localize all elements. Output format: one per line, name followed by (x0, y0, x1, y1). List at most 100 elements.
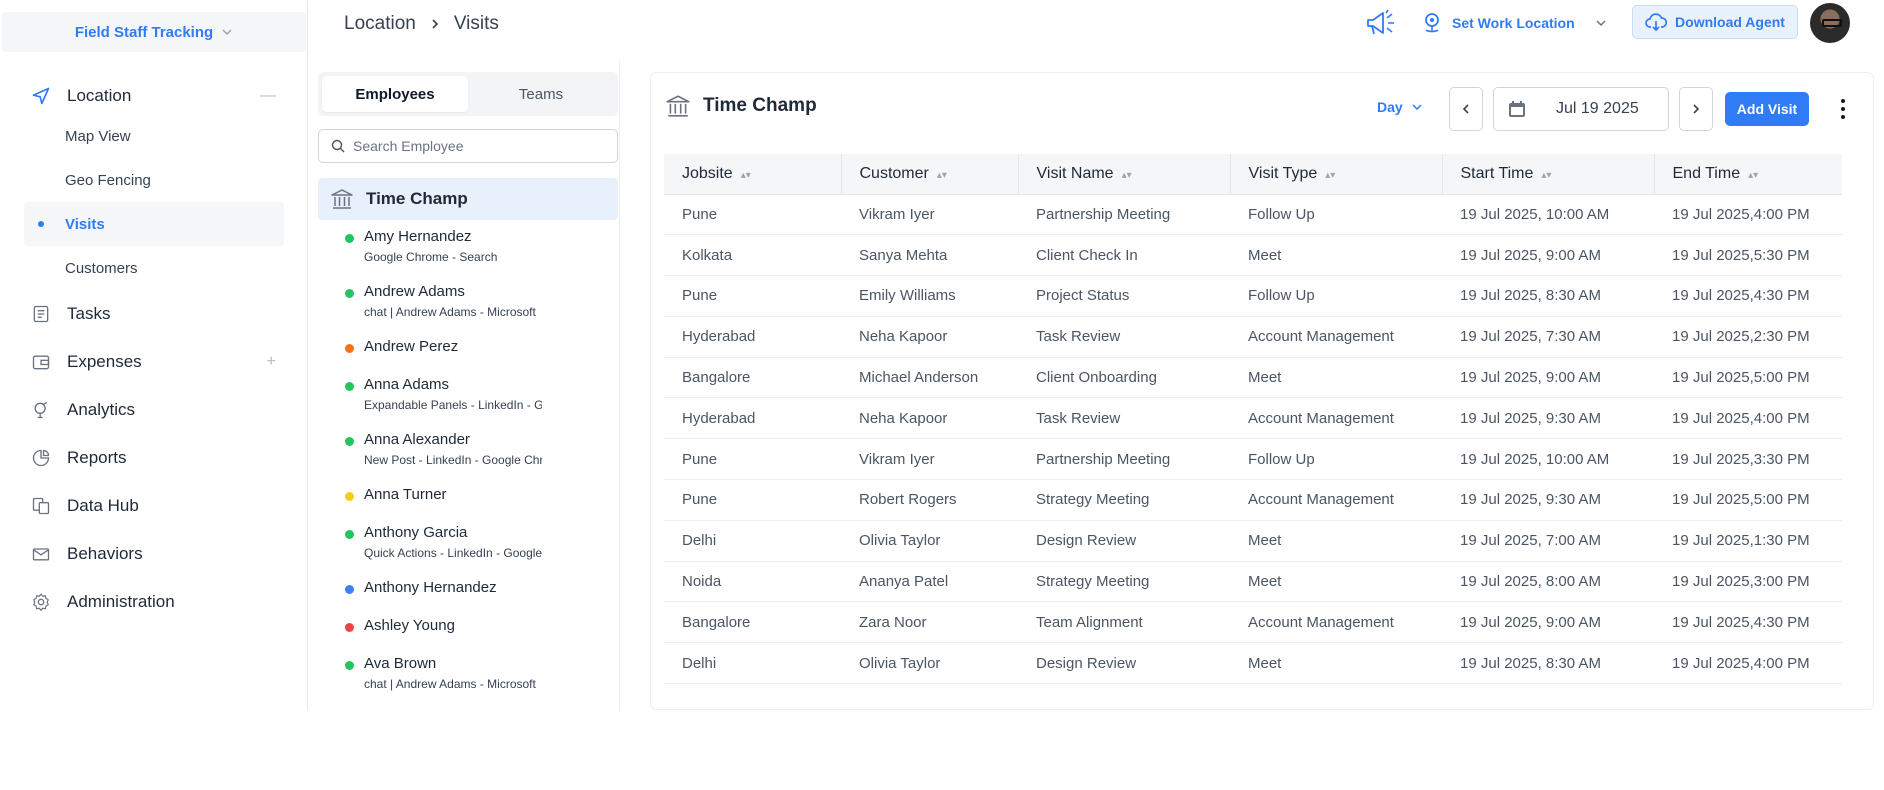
tasks-icon (30, 303, 52, 325)
table-cell: Account Management (1230, 316, 1442, 358)
previous-date-button[interactable] (1449, 87, 1483, 131)
table-row[interactable]: Delhi Olivia Taylor Design Review Meet 19 Ju… (664, 642, 1842, 685)
table-row[interactable]: Pune Vikram Iyer Partnership Meeting Follow… (664, 438, 1842, 481)
sidebar-subitem-visits[interactable]: Visits (24, 202, 284, 246)
team-row-time-champ[interactable]: Time Champ (318, 178, 618, 220)
column-header[interactable]: Visit Type ▴▾ (1230, 154, 1443, 195)
tab-employees[interactable]: Employees (322, 76, 468, 112)
table-row[interactable]: Bangalore Zara Noor Team Alignment Account … (664, 601, 1842, 644)
employee-list-item[interactable]: Anna Turner (318, 486, 447, 504)
gear-icon (30, 591, 52, 613)
next-date-button[interactable] (1679, 87, 1713, 131)
employee-list-item[interactable]: Anna Adams Expandable Panels - LinkedIn -… (318, 376, 542, 413)
table-cell: Partnership Meeting (1018, 194, 1230, 236)
table-cell: Follow Up (1230, 438, 1442, 481)
status-dot-icon (345, 623, 354, 632)
table-cell: Account Management (1230, 601, 1442, 644)
set-work-location-button[interactable]: Set Work Location (1422, 10, 1607, 36)
collapse-icon[interactable]: — (260, 87, 276, 105)
table-row[interactable]: Hyderabad Neha Kapoor Task Review Account M… (664, 397, 1842, 440)
location-pin-icon (1425, 13, 1439, 33)
sidebar-item-analytics[interactable]: Analytics (24, 386, 284, 434)
table-row[interactable]: Hyderabad Neha Kapoor Task Review Account M… (664, 316, 1842, 358)
sidebar-subitem-geo-fencing[interactable]: Geo Fencing (24, 158, 284, 202)
table-row[interactable]: Noida Ananya Patel Strategy Meeting Meet 19 … (664, 561, 1842, 603)
more-options-icon[interactable] (1835, 97, 1851, 121)
table-cell: 19 Jul 2025,5:00 PM (1654, 357, 1842, 399)
breadcrumb-item-location[interactable]: Location (344, 13, 416, 35)
table-cell: 19 Jul 2025, 10:00 AM (1442, 438, 1654, 481)
search-employee-input[interactable] (353, 138, 603, 154)
employee-list-item[interactable]: Andrew Adams chat | Andrew Adams - Micros… (318, 283, 542, 320)
tab-teams[interactable]: Teams (468, 76, 614, 112)
period-select[interactable]: Day (1377, 99, 1423, 115)
sort-icon[interactable]: ▴▾ (1748, 170, 1758, 181)
table-cell: Vikram Iyer (841, 438, 1018, 481)
sidebar-subitem-customers[interactable]: Customers (24, 246, 284, 290)
employee-list-item[interactable]: Anna Alexander New Post - LinkedIn - Goog… (318, 431, 542, 468)
employee-name: Anna Alexander (364, 431, 470, 448)
table-row[interactable]: Pune Emily Williams Project Status Follow U… (664, 275, 1842, 317)
table-row[interactable]: Pune Vikram Iyer Partnership Meeting Follow… (664, 194, 1842, 236)
column-header-label: Visit Type (1248, 164, 1318, 182)
table-cell: 19 Jul 2025,4:00 PM (1654, 194, 1842, 236)
table-row[interactable]: Pune Robert Rogers Strategy Meeting Account… (664, 479, 1842, 521)
chevron-right-icon (432, 19, 438, 29)
sidebar-item-behaviors[interactable]: Behaviors (24, 530, 284, 578)
sidebar-item-tasks[interactable]: Tasks (24, 290, 284, 338)
employee-list-item[interactable]: Anthony Hernandez (318, 579, 497, 597)
sort-icon[interactable]: ▴▾ (937, 170, 947, 181)
date-picker[interactable]: Jul 19 2025 (1493, 87, 1669, 131)
employee-list-item[interactable]: Ava Brown chat | Andrew Adams - Microsoft (318, 655, 542, 692)
employee-name: Amy Hernandez (364, 228, 472, 245)
table-cell: Strategy Meeting (1018, 561, 1230, 603)
sidebar-item-administration[interactable]: Administration (24, 578, 284, 626)
sort-icon[interactable]: ▴▾ (1325, 170, 1335, 181)
employee-activity: Quick Actions - LinkedIn - Google (364, 546, 542, 560)
sidebar-item-label: Analytics (67, 400, 136, 419)
column-header[interactable]: Visit Name ▴▾ (1018, 154, 1231, 195)
table-cell: Sanya Mehta (841, 234, 1018, 277)
employee-list-item[interactable]: Amy Hernandez Google Chrome - Search (318, 228, 542, 265)
column-header-label: End Time (1672, 164, 1741, 182)
user-avatar[interactable] (1810, 3, 1850, 43)
column-header[interactable]: Jobsite ▴▾ (664, 154, 842, 195)
employee-list-item[interactable]: Andrew Perez (318, 338, 458, 356)
table-row[interactable]: Bangalore Michael Anderson Client Onboardi… (664, 357, 1842, 399)
employee-name: Andrew Adams (364, 283, 465, 300)
employee-list-item[interactable]: Anthony Garcia Quick Actions - LinkedIn -… (318, 524, 542, 561)
announcement-megaphone-icon[interactable] (1364, 8, 1398, 38)
column-header[interactable]: End Time ▴▾ (1654, 154, 1842, 195)
table-cell: Hyderabad (664, 397, 841, 440)
column-header-label: Customer (859, 164, 929, 182)
sort-icon[interactable]: ▴▾ (1122, 170, 1132, 181)
sidebar-item-expenses[interactable]: Expenses + (24, 338, 284, 386)
navigation-arrow-icon (30, 85, 52, 107)
add-visit-button[interactable]: Add Visit (1725, 92, 1809, 126)
sidebar-item-reports[interactable]: Reports (24, 434, 284, 482)
sort-icon[interactable]: ▴▾ (741, 170, 751, 181)
breadcrumb-item-visits: Visits (453, 13, 499, 34)
table-header-row: Jobsite ▴▾ Customer ▴▾ Visit Name ▴▾ Visit Typ… (664, 154, 1842, 195)
cloud-download-icon (1645, 13, 1668, 31)
employee-list-item[interactable]: Ashley Young (318, 617, 455, 635)
column-header[interactable]: Start Time ▴▾ (1442, 154, 1655, 195)
status-dot-icon (345, 661, 354, 670)
workspace-switcher[interactable]: Field Staff Tracking (2, 12, 306, 52)
table-cell: 19 Jul 2025,4:30 PM (1654, 601, 1842, 644)
download-agent-button[interactable]: Download Agent (1632, 5, 1798, 39)
sidebar-item-data-hub[interactable]: Data Hub (24, 482, 284, 530)
table-cell: Robert Rogers (841, 479, 1018, 521)
table-row[interactable]: Kolkata Sanya Mehta Client Check In Meet 19 … (664, 234, 1842, 277)
table-cell: 19 Jul 2025, 9:00 AM (1442, 601, 1654, 644)
visits-table-container[interactable]: Jobsite ▴▾ Customer ▴▾ Visit Name ▴▾ Visit Typ… (664, 154, 1842, 698)
expand-icon[interactable]: + (267, 353, 276, 371)
table-cell: 19 Jul 2025, 7:30 AM (1442, 316, 1654, 358)
column-header[interactable]: Customer ▴▾ (841, 154, 1019, 195)
sort-icon[interactable]: ▴▾ (1541, 170, 1551, 181)
sidebar-item-location[interactable]: Location — (24, 72, 284, 120)
sidebar-subitem-map-view[interactable]: Map View (24, 114, 284, 158)
employee-activity: chat | Andrew Adams - Microsoft (364, 305, 536, 319)
table-row[interactable]: Delhi Olivia Taylor Design Review Meet 19 Ju… (664, 520, 1842, 562)
table-cell: 19 Jul 2025,1:30 PM (1654, 520, 1842, 562)
